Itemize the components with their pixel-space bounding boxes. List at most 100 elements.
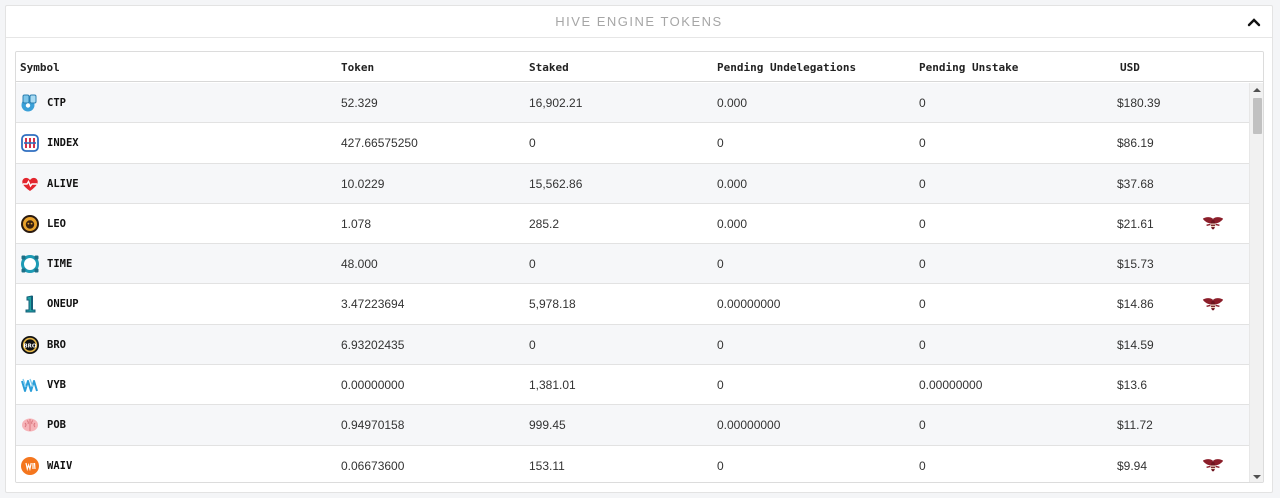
leo-token-icon — [20, 214, 40, 234]
pending-undelegations-value: 0 — [717, 257, 724, 272]
pob-token-icon — [20, 415, 40, 435]
panel-header: HIVE ENGINE TOKENS — [6, 6, 1272, 38]
table-row[interactable]: WAIV 0.06673600 153.11 0 0 $9.94 — [16, 445, 1249, 482]
table-body[interactable]: CTP 52.329 16,902.21 0.000 0 $180.39 INDEX 427.… — [16, 83, 1249, 482]
panel-title: HIVE ENGINE TOKENS — [555, 14, 723, 29]
token-balance: 10.0229 — [341, 176, 385, 191]
staked-balance: 0 — [529, 136, 536, 151]
token-balance: 427.66575250 — [341, 136, 418, 151]
staked-balance: 15,562.86 — [529, 176, 583, 191]
hive-bee-action-button[interactable] — [1202, 284, 1224, 324]
hive-bee-icon — [1202, 458, 1224, 473]
staked-balance: 285.2 — [529, 216, 560, 231]
pending-unstake-value: 0 — [919, 257, 926, 272]
ctp-token-icon — [20, 93, 40, 113]
hive-bee-icon — [1202, 297, 1224, 312]
hive-bee-icon — [1202, 216, 1224, 231]
alive-token-icon — [20, 174, 40, 194]
token-balance: 52.329 — [341, 96, 378, 110]
usd-value: $15.73 — [1117, 257, 1154, 272]
pending-undelegations-value: 0.000 — [717, 216, 748, 231]
usd-value: $86.19 — [1117, 136, 1154, 151]
pending-undelegations-value: 0 — [717, 458, 724, 473]
usd-value: $21.61 — [1117, 216, 1154, 231]
symbol-cell: BRO BRO — [20, 325, 66, 365]
token-symbol: POB — [47, 419, 66, 432]
symbol-cell: VYB — [20, 365, 66, 405]
header-usd: USD — [1120, 61, 1140, 74]
usd-value: $13.6 — [1117, 378, 1148, 393]
staked-balance: 153.11 — [529, 458, 565, 473]
usd-value: $14.86 — [1117, 297, 1154, 312]
token-balance: 0.00000000 — [341, 378, 405, 393]
token-balance: 1.078 — [341, 216, 372, 231]
token-symbol: WAIV — [47, 459, 73, 472]
staked-balance: 1,381.01 — [529, 378, 576, 393]
table-row[interactable]: VYB 0.00000000 1,381.01 0 0.00000000 $13.6 — [16, 365, 1249, 406]
index-token-icon — [20, 133, 40, 153]
tokens-table: Symbol Token Staked Pending Undelegation… — [15, 51, 1264, 483]
pending-undelegations-value: 0.000 — [717, 176, 748, 191]
header-token: Token — [341, 61, 375, 74]
header-pending-unstake: Pending Unstake — [919, 61, 1019, 74]
symbol-cell: TIME — [20, 244, 72, 284]
header-symbol: Symbol — [20, 61, 60, 74]
pending-unstake-value: 0 — [919, 418, 926, 433]
token-balance: 0.06673600 — [341, 458, 405, 473]
table-row[interactable]: LEO 1.078 285.2 0.000 0 $21.61 — [16, 203, 1249, 245]
time-token-icon — [20, 254, 40, 274]
token-symbol: ALIVE — [47, 177, 79, 190]
pending-unstake-value: 0 — [919, 136, 926, 151]
vyb-token-icon — [20, 375, 40, 395]
vertical-scrollbar[interactable] — [1249, 83, 1263, 482]
collapse-button[interactable] — [1244, 12, 1264, 32]
staked-balance: 999.45 — [529, 418, 566, 433]
staked-balance: 5,978.18 — [529, 297, 576, 312]
symbol-cell: WAIV — [20, 446, 73, 482]
table-row[interactable]: CTP 52.329 16,902.21 0.000 0 $180.39 — [16, 83, 1249, 124]
symbol-cell: INDEX — [20, 123, 79, 163]
pending-unstake-value: 0 — [919, 96, 926, 110]
header-pending-undelegations: Pending Undelegations — [717, 61, 857, 74]
oneup-token-icon — [20, 294, 40, 314]
table-row[interactable]: BRO BRO 6.93202435 0 0 0 $14.59 — [16, 324, 1249, 366]
staked-balance: 16,902.21 — [529, 96, 583, 110]
pending-unstake-value: 0 — [919, 458, 926, 473]
symbol-cell: ONEUP — [20, 284, 79, 324]
table-row[interactable]: POB 0.94970158 999.45 0.00000000 0 $11.72 — [16, 405, 1249, 446]
usd-value: $37.68 — [1117, 176, 1154, 191]
token-symbol: INDEX — [47, 137, 79, 150]
hive-bee-action-button[interactable] — [1202, 204, 1224, 244]
symbol-cell: ALIVE — [20, 164, 79, 204]
table-row[interactable]: TIME 48.000 0 0 0 $15.73 — [16, 244, 1249, 285]
hive-engine-tokens-panel: HIVE ENGINE TOKENS Symbol Token Staked P… — [5, 5, 1273, 493]
pending-undelegations-value: 0.00000000 — [717, 297, 781, 312]
token-balance: 48.000 — [341, 257, 378, 272]
table-header: Symbol Token Staked Pending Undelegation… — [16, 52, 1263, 82]
staked-balance: 0 — [529, 257, 536, 272]
scroll-up-arrow-icon[interactable] — [1253, 86, 1261, 94]
table-row[interactable]: ONEUP 3.47223694 5,978.18 0.00000000 0 $14.86 — [16, 284, 1249, 325]
pending-undelegations-value: 0 — [717, 337, 724, 352]
symbol-cell: CTP — [20, 83, 66, 123]
token-symbol: BRO — [47, 338, 66, 351]
pending-undelegations-value: 0.000 — [717, 96, 748, 110]
token-symbol: CTP — [47, 97, 66, 109]
pending-unstake-value: 0 — [919, 216, 926, 231]
table-row[interactable]: ALIVE 10.0229 15,562.86 0.000 0 $37.68 — [16, 163, 1249, 204]
symbol-cell: LEO — [20, 204, 66, 244]
hive-bee-action-button[interactable] — [1202, 446, 1224, 482]
usd-value: $11.72 — [1117, 418, 1153, 433]
pending-undelegations-value: 0.00000000 — [717, 418, 781, 433]
token-symbol: VYB — [47, 379, 66, 392]
pending-undelegations-value: 0 — [717, 378, 724, 393]
token-symbol: TIME — [47, 258, 73, 271]
usd-value: $9.94 — [1117, 458, 1148, 473]
chevron-up-icon — [1247, 18, 1261, 27]
symbol-cell: POB — [20, 405, 66, 445]
scroll-down-arrow-icon[interactable] — [1253, 473, 1261, 481]
waiv-token-icon — [20, 456, 40, 476]
table-row[interactable]: INDEX 427.66575250 0 0 0 $86.19 — [16, 123, 1249, 164]
bro-token-icon: BRO — [20, 335, 40, 355]
scrollbar-thumb[interactable] — [1253, 98, 1262, 134]
